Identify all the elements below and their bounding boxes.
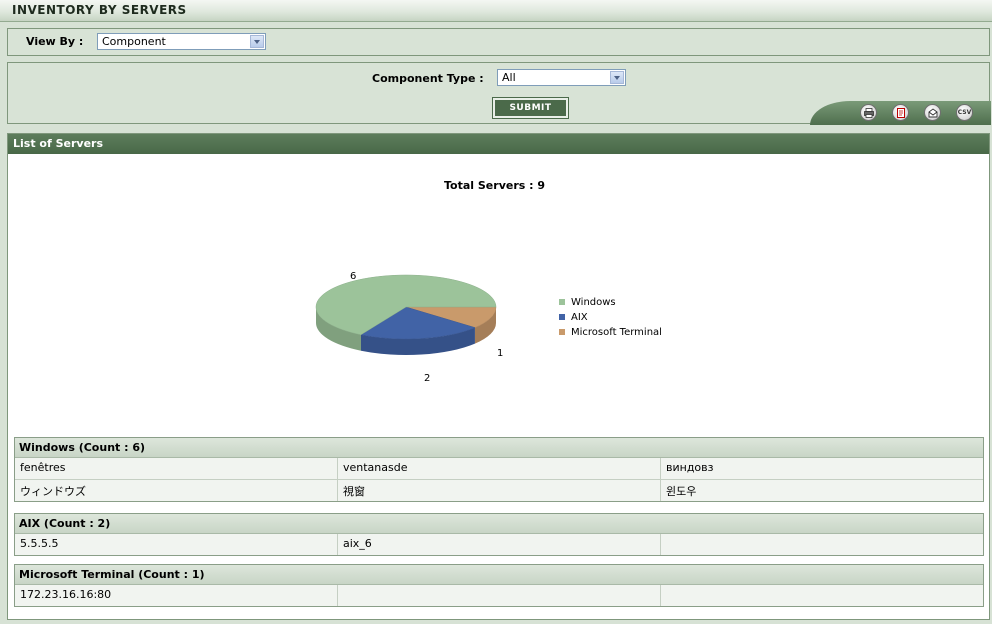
legend-swatch [559,314,565,320]
submit-button[interactable]: SUBMIT [492,97,569,119]
server-group: Windows (Count : 6) fenêtres ventanasde вин… [14,437,984,502]
table-cell [661,534,983,555]
pie-value-label: 6 [350,271,356,282]
list-header: List of Servers [8,134,989,154]
view-by-panel: View By : Component [7,28,990,56]
legend-swatch [559,299,565,305]
pdf-icon[interactable] [892,104,909,121]
table-cell: 5.5.5.5 [15,534,338,555]
chevron-down-icon[interactable] [610,71,624,84]
legend-label: Windows [571,297,616,308]
table-cell [338,585,661,606]
group-header: AIX (Count : 2) [15,514,983,534]
group-header: Microsoft Terminal (Count : 1) [15,565,983,585]
view-by-label: View By : [26,35,84,48]
page-title: INVENTORY BY SERVERS [12,3,187,17]
table-cell: 윈도우 [666,485,697,498]
server-group: AIX (Count : 2) 5.5.5.5 aix_6 [14,513,984,556]
export-toolbar: CSV [810,101,991,125]
chevron-down-icon[interactable] [250,35,264,48]
legend-label: Microsoft Terminal [571,327,662,338]
title-bar: INVENTORY BY SERVERS [0,0,992,22]
table-cell [661,585,983,606]
pie-value-label: 1 [497,348,503,359]
legend-swatch [559,329,565,335]
table-row: 5.5.5.5 aix_6 [15,534,983,555]
table-row: 172.23.16.16:80 [15,585,983,606]
chart-title: Total Servers : 9 [444,179,546,192]
table-row: fenêtres ventanasde виндовз [15,458,983,480]
list-of-servers-panel: List of Servers Total Servers : 9 6 2 1 Wi… [7,133,990,620]
view-by-select[interactable]: Component [97,33,266,50]
table-cell: 視窗 [338,480,661,501]
pie-chart: 6 2 1 Windows AIX Microsoft Terminal [315,271,662,384]
component-type-select[interactable]: All [497,69,626,86]
server-group: Microsoft Terminal (Count : 1) 172.23.16.… [14,564,984,607]
table-cell: aix_6 [338,534,661,555]
email-icon[interactable] [924,104,941,121]
table-cell: 172.23.16.16:80 [15,585,338,606]
table-cell: виндовз [666,461,714,474]
component-type-label: Component Type : [372,72,484,85]
pie-value-label: 2 [424,373,430,384]
component-type-select-value: All [502,71,516,84]
table-cell: ventanasde [338,458,661,479]
table-cell: ウィンドウズ [15,480,338,501]
table-row: ウィンドウズ 視窗 윈도우 [15,480,983,501]
filter-panel: Component Type : All SUBMIT CSV [7,62,991,125]
group-header: Windows (Count : 6) [15,438,983,458]
table-cell: fenêtres [15,458,338,479]
csv-icon[interactable]: CSV [956,104,973,121]
legend-label: AIX [571,312,588,323]
print-icon[interactable] [860,104,877,121]
view-by-select-value: Component [102,35,166,48]
